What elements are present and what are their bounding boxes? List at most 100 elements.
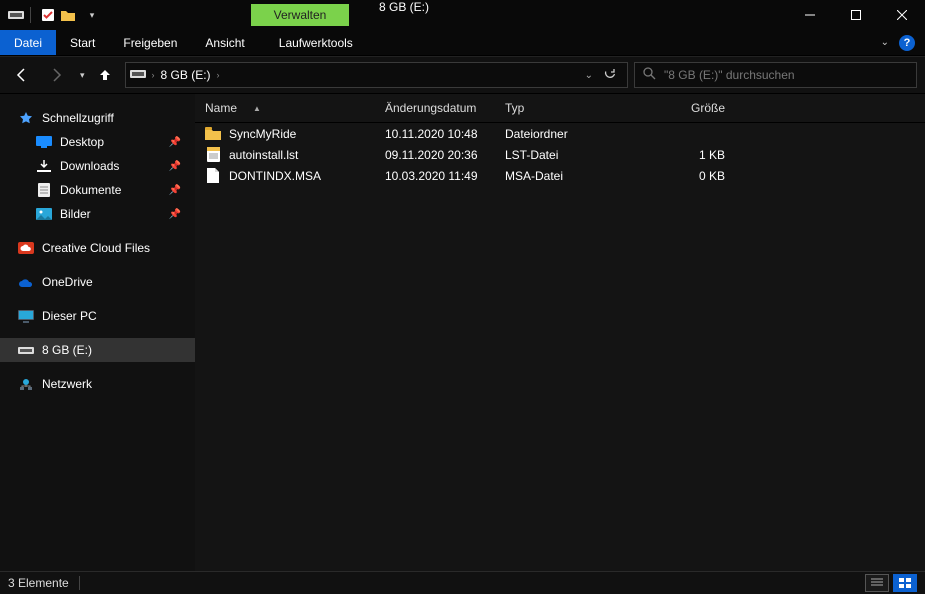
column-size[interactable]: Größe (635, 101, 755, 115)
file-type: Dateiordner (505, 127, 635, 141)
file-list-pane: Name ▲ Änderungsdatum Typ Größe SyncMyRi… (195, 94, 925, 571)
column-date[interactable]: Änderungsdatum (385, 101, 505, 115)
tab-file[interactable]: Datei (0, 30, 56, 55)
sort-asc-icon: ▲ (253, 104, 261, 113)
desktop-icon (36, 134, 52, 150)
expand-ribbon-icon[interactable]: ⌄ (881, 37, 889, 48)
pin-icon: 📌 (169, 161, 181, 172)
pin-icon: 📌 (169, 137, 181, 148)
nav-this-pc[interactable]: Dieser PC (0, 304, 195, 328)
nav-label: Dieser PC (42, 309, 97, 323)
qat-dropdown-icon[interactable]: ▾ (83, 6, 101, 24)
up-button[interactable] (91, 61, 119, 89)
search-icon (643, 67, 656, 83)
column-label: Typ (505, 101, 524, 115)
pc-icon (18, 308, 34, 324)
new-folder-icon[interactable] (59, 6, 77, 24)
file-icon (205, 168, 221, 184)
nav-label: Netzwerk (42, 377, 92, 391)
refresh-icon[interactable] (603, 67, 617, 84)
explorer-window: ▾ Verwalten 8 GB (E:) Datei Start Freige… (0, 0, 925, 594)
nav-onedrive[interactable]: OneDrive (0, 270, 195, 294)
nav-label: 8 GB (E:) (42, 343, 92, 357)
nav-creative-cloud[interactable]: Creative Cloud Files (0, 236, 195, 260)
thumbnails-view-button[interactable] (893, 574, 917, 592)
tab-start[interactable]: Start (56, 30, 109, 55)
nav-label: Desktop (60, 135, 104, 149)
nav-network[interactable]: Netzwerk (0, 372, 195, 396)
file-row[interactable]: DONTINDX.MSA 10.03.2020 11:49 MSA-Datei … (195, 165, 925, 186)
file-date: 10.03.2020 11:49 (385, 169, 505, 183)
status-item-count: 3 Elemente (8, 576, 69, 590)
quick-access-toolbar: ▾ (39, 6, 101, 24)
tab-view[interactable]: Ansicht (191, 30, 258, 55)
nav-label: Downloads (60, 159, 119, 173)
nav-drive-e[interactable]: 8 GB (E:) (0, 338, 195, 362)
file-row[interactable]: SyncMyRide 10.11.2020 10:48 Dateiordner (195, 123, 925, 144)
search-box[interactable] (634, 62, 917, 88)
column-headers: Name ▲ Änderungsdatum Typ Größe (195, 94, 925, 123)
breadcrumb[interactable]: 8 GB (E:) (161, 68, 211, 82)
close-button[interactable] (879, 0, 925, 30)
file-type: LST-Datei (505, 148, 635, 162)
body: Schnellzugriff Desktop 📌 Downloads 📌 Dok… (0, 94, 925, 571)
address-bar[interactable]: › 8 GB (E:) › ⌄ (125, 62, 628, 88)
column-label: Änderungsdatum (385, 101, 476, 115)
view-switcher (865, 574, 917, 592)
column-label: Name (205, 101, 237, 115)
file-size: 1 KB (635, 148, 755, 162)
nav-label: Bilder (60, 207, 91, 221)
chevron-right-icon[interactable]: › (217, 70, 220, 80)
navigation-pane: Schnellzugriff Desktop 📌 Downloads 📌 Dok… (0, 94, 195, 571)
nav-documents[interactable]: Dokumente 📌 (0, 178, 195, 202)
address-dropdown-icon[interactable]: ⌄ (585, 70, 593, 81)
window-title: 8 GB (E:) (379, 0, 429, 14)
navigation-row: ▾ › 8 GB (E:) › ⌄ (0, 56, 925, 94)
search-input[interactable] (662, 67, 908, 83)
file-name: SyncMyRide (229, 127, 296, 141)
tab-drive-tools[interactable]: Laufwerktools (265, 30, 367, 55)
network-icon (18, 376, 34, 392)
drive-icon (18, 342, 34, 358)
file-row[interactable]: autoinstall.lst 09.11.2020 20:36 LST-Dat… (195, 144, 925, 165)
recent-locations-icon[interactable]: ▾ (80, 70, 85, 81)
help-icon[interactable]: ? (899, 35, 915, 51)
pictures-icon (36, 206, 52, 222)
nav-pictures[interactable]: Bilder 📌 (0, 202, 195, 226)
properties-icon[interactable] (39, 6, 57, 24)
chevron-right-icon[interactable]: › (152, 70, 155, 80)
contextual-tab-label: Verwalten (251, 4, 349, 26)
folder-icon (205, 126, 221, 142)
status-bar: 3 Elemente (0, 571, 925, 594)
pin-icon: 📌 (169, 209, 181, 220)
file-name: autoinstall.lst (229, 148, 298, 162)
drive-icon (130, 68, 146, 83)
forward-button[interactable] (42, 61, 70, 89)
ribbon-right: ⌄ ? (881, 30, 925, 55)
drive-icon (6, 5, 26, 25)
file-type: MSA-Datei (505, 169, 635, 183)
titlebar-left: ▾ (0, 0, 101, 30)
separator (30, 7, 31, 23)
column-label: Größe (691, 101, 725, 115)
minimize-button[interactable] (787, 0, 833, 30)
back-button[interactable] (8, 61, 36, 89)
column-type[interactable]: Typ (505, 101, 635, 115)
ribbon-tabs: Datei Start Freigeben Ansicht Laufwerkto… (0, 30, 925, 56)
file-date: 09.11.2020 20:36 (385, 148, 505, 162)
nav-quick-access[interactable]: Schnellzugriff (0, 106, 195, 130)
onedrive-icon (18, 274, 34, 290)
nav-label: Creative Cloud Files (42, 241, 150, 255)
lst-file-icon (205, 147, 221, 163)
details-view-button[interactable] (865, 574, 889, 592)
file-name: DONTINDX.MSA (229, 169, 321, 183)
nav-label: OneDrive (42, 275, 93, 289)
maximize-button[interactable] (833, 0, 879, 30)
file-date: 10.11.2020 10:48 (385, 127, 505, 141)
star-icon (18, 110, 34, 126)
column-name[interactable]: Name ▲ (205, 101, 385, 115)
tab-share[interactable]: Freigeben (109, 30, 191, 55)
nav-downloads[interactable]: Downloads 📌 (0, 154, 195, 178)
pin-icon: 📌 (169, 185, 181, 196)
nav-desktop[interactable]: Desktop 📌 (0, 130, 195, 154)
